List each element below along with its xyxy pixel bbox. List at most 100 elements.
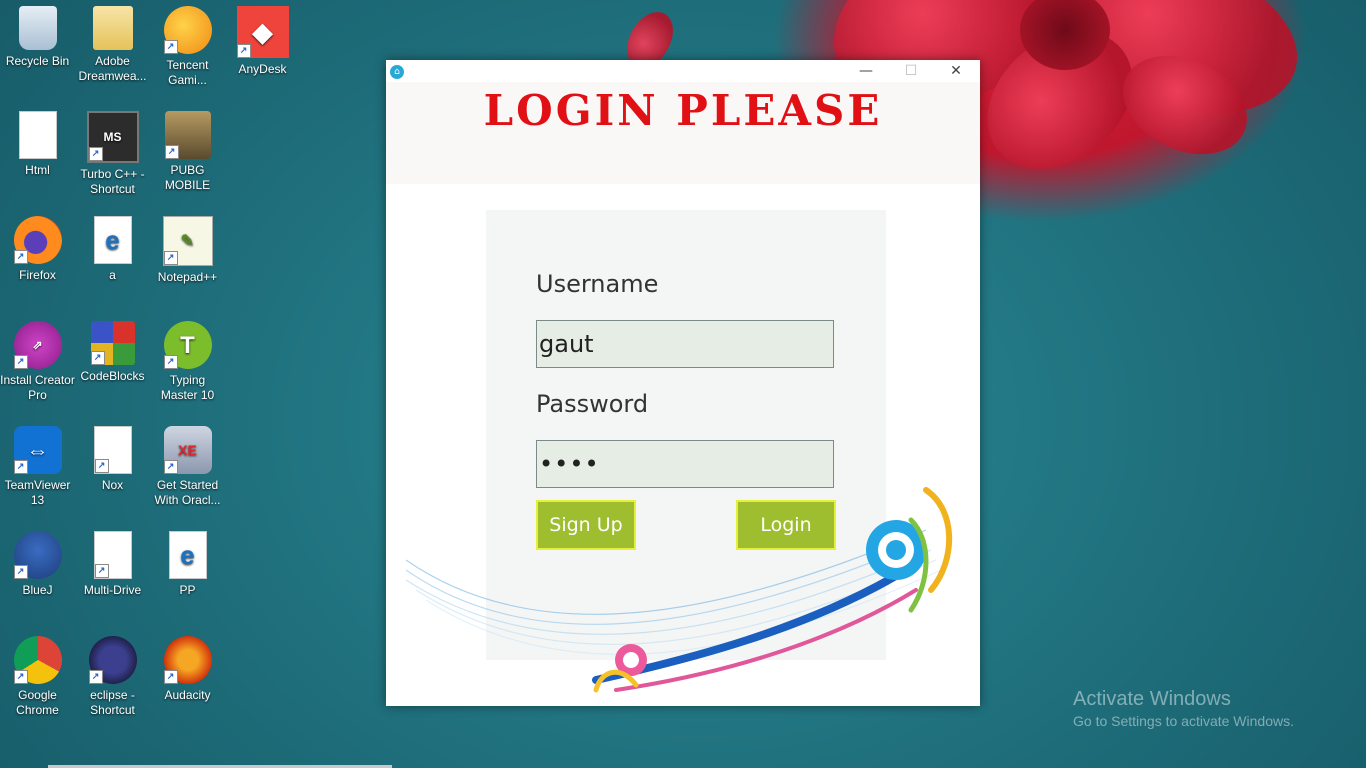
desktop-icon-label: CodeBlocks — [80, 369, 145, 383]
shortcut-arrow-icon: ↗ — [163, 40, 178, 54]
desktop-icon-a[interactable]: e a — [75, 210, 150, 283]
login-window: ⌂ — ☐ ✕ LOGIN PLEASE Username gaut Passw… — [386, 60, 980, 706]
desktop-icon-notepadpp[interactable]: ✎ ↗ Notepad++ — [150, 210, 225, 285]
desktop-icon-tencent-gaming[interactable]: ↗ Tencent Gami... — [150, 0, 225, 88]
anydesk-icon: ◆ ↗ — [236, 6, 289, 58]
desktop-icon-turbo-cpp[interactable]: MS ↗ Turbo C++ - Shortcut — [75, 105, 150, 197]
shortcut-arrow-icon: ↗ — [163, 355, 178, 369]
desktop-icon-nox[interactable]: ↗ Nox — [75, 420, 150, 493]
codeblocks-icon: ↗ — [90, 321, 135, 365]
desktop-icon-label: Firefox — [19, 268, 56, 282]
desktop-icon-label: Notepad++ — [157, 270, 218, 284]
decorative-swirl — [405, 487, 953, 693]
shortcut-arrow-icon: ↗ — [236, 44, 251, 58]
desktop-icon-label: Multi-Drive — [83, 583, 142, 597]
shortcut-arrow-icon: ↗ — [90, 351, 105, 365]
desktop-icon-label: eclipse - Shortcut — [90, 688, 135, 717]
desktop-icon-label: TeamViewer 13 — [4, 478, 71, 507]
eclipse-icon: ↗ — [88, 636, 137, 684]
desktop-icon-label: Recycle Bin — [5, 54, 70, 68]
desktop-icon-label: BlueJ — [22, 583, 53, 597]
desktop-icon-audacity[interactable]: ↗ Audacity — [150, 630, 225, 703]
desktop-icon-multi-drive[interactable]: ↗ Multi-Drive — [75, 525, 150, 598]
folder-icon — [92, 6, 133, 50]
desktop-icon-oracle[interactable]: XE ↗ Get Started With Oracl... — [150, 420, 225, 508]
desktop-icon-adobe-dreamweaver[interactable]: Adobe Dreamwea... — [75, 0, 150, 84]
watermark-subtitle: Go to Settings to activate Windows. — [1073, 713, 1294, 729]
shortcut-arrow-icon: ↗ — [164, 145, 179, 159]
teamviewer-icon: ⇔ ↗ — [13, 426, 62, 474]
shortcut-arrow-icon: ↗ — [13, 670, 28, 684]
notepadpp-icon: ✎ ↗ — [162, 216, 213, 266]
app-icon: ⌂ — [390, 65, 404, 79]
watermark-title: Activate Windows — [1073, 688, 1231, 710]
swirl-curl — [623, 652, 639, 668]
recycle-bin-icon — [18, 6, 57, 50]
desktop-icon-pubg-mobile[interactable]: ↗ PUBG MOBILE — [150, 105, 225, 193]
desktop-icon-label: Tencent Gami... — [166, 58, 209, 87]
desktop-icon-bluej[interactable]: ↗ BlueJ — [0, 525, 75, 598]
file-icon: ↗ — [93, 531, 132, 579]
desktop-icon-anydesk[interactable]: ◆ ↗ AnyDesk — [225, 0, 300, 77]
desktop: Recycle Bin Adobe Dreamwea... ↗ Tencent … — [0, 0, 1366, 768]
desktop-icon-label: AnyDesk — [238, 62, 287, 76]
desktop-icon-google-chrome[interactable]: ↗ Google Chrome — [0, 630, 75, 718]
desktop-icon-label: Audacity — [164, 688, 211, 702]
desktop-icon-label: PUBG MOBILE — [164, 163, 211, 192]
password-label: Password — [536, 390, 649, 418]
file-icon: ↗ — [93, 426, 132, 474]
desktop-icon-eclipse[interactable]: ↗ eclipse - Shortcut — [75, 630, 150, 718]
desktop-icon-html[interactable]: Html — [0, 105, 75, 178]
audacity-icon: ↗ — [163, 636, 212, 684]
firefox-icon: ↗ — [13, 216, 62, 264]
desktop-icon-pp[interactable]: e PP — [150, 525, 225, 598]
maximize-button[interactable]: ☐ — [893, 62, 929, 82]
window-titlebar[interactable]: ⌂ — ☐ ✕ — [386, 60, 980, 82]
desktop-icon-codeblocks[interactable]: ↗ CodeBlocks — [75, 315, 150, 384]
swirl-line — [425, 569, 942, 655]
chrome-icon: ↗ — [13, 636, 62, 684]
shortcut-arrow-icon: ↗ — [94, 459, 109, 473]
desktop-icon-label: Install Creator Pro — [0, 373, 75, 402]
swirl-line — [405, 539, 927, 625]
tencent-gaming-icon: ↗ — [163, 6, 212, 54]
shortcut-arrow-icon: ↗ — [88, 147, 103, 161]
edge-file-icon: e — [168, 531, 207, 579]
activate-windows-watermark: Activate Windows Go to Settings to activ… — [1073, 688, 1294, 729]
username-label: Username — [536, 270, 659, 298]
desktop-icon-label: Google Chrome — [16, 688, 59, 717]
page-title: LOGIN PLEASE — [483, 86, 883, 135]
shortcut-arrow-icon: ↗ — [163, 460, 178, 474]
desktop-icon-label: a — [109, 268, 116, 282]
shortcut-arrow-icon: ↗ — [88, 670, 103, 684]
shortcut-arrow-icon: ↗ — [13, 460, 28, 474]
oracle-db-icon: XE ↗ — [163, 426, 212, 474]
desktop-icon-label: Turbo C++ - Shortcut — [80, 167, 145, 196]
swirl-stroke — [614, 588, 918, 692]
username-field[interactable]: gaut — [536, 320, 834, 368]
desktop-icon-label: Get Started With Oracl... — [154, 478, 221, 507]
desktop-icon-label: Adobe Dreamwea... — [78, 54, 147, 83]
turbo-cpp-icon: MS ↗ — [86, 111, 139, 163]
swirl-line — [415, 559, 937, 645]
desktop-icon-typing-master[interactable]: T ↗ Typing Master 10 — [150, 315, 225, 403]
shortcut-arrow-icon: ↗ — [163, 251, 178, 265]
shortcut-arrow-icon: ↗ — [94, 564, 109, 578]
desktop-icon-label: PP — [179, 583, 196, 597]
shortcut-arrow-icon: ↗ — [13, 565, 28, 579]
desktop-icon-label: Typing Master 10 — [160, 373, 215, 402]
shortcut-arrow-icon: ↗ — [163, 670, 178, 684]
desktop-icon-recycle-bin[interactable]: Recycle Bin — [0, 0, 75, 69]
swirl-curl — [886, 540, 906, 560]
shortcut-arrow-icon: ↗ — [13, 250, 28, 264]
minimize-button[interactable]: — — [848, 62, 884, 82]
desktop-icon-label: Html — [25, 163, 50, 177]
edge-file-icon: e — [93, 216, 132, 264]
desktop-icon-install-creator-pro[interactable]: ⇗ ↗ Install Creator Pro — [0, 315, 75, 403]
desktop-icon-teamviewer[interactable]: ⇔ ↗ TeamViewer 13 — [0, 420, 75, 508]
pubg-icon: ↗ — [164, 111, 211, 159]
file-icon — [18, 111, 57, 159]
desktop-icon-firefox[interactable]: ↗ Firefox — [0, 210, 75, 283]
install-creator-icon: ⇗ ↗ — [13, 321, 62, 369]
close-button[interactable]: ✕ — [938, 62, 974, 82]
